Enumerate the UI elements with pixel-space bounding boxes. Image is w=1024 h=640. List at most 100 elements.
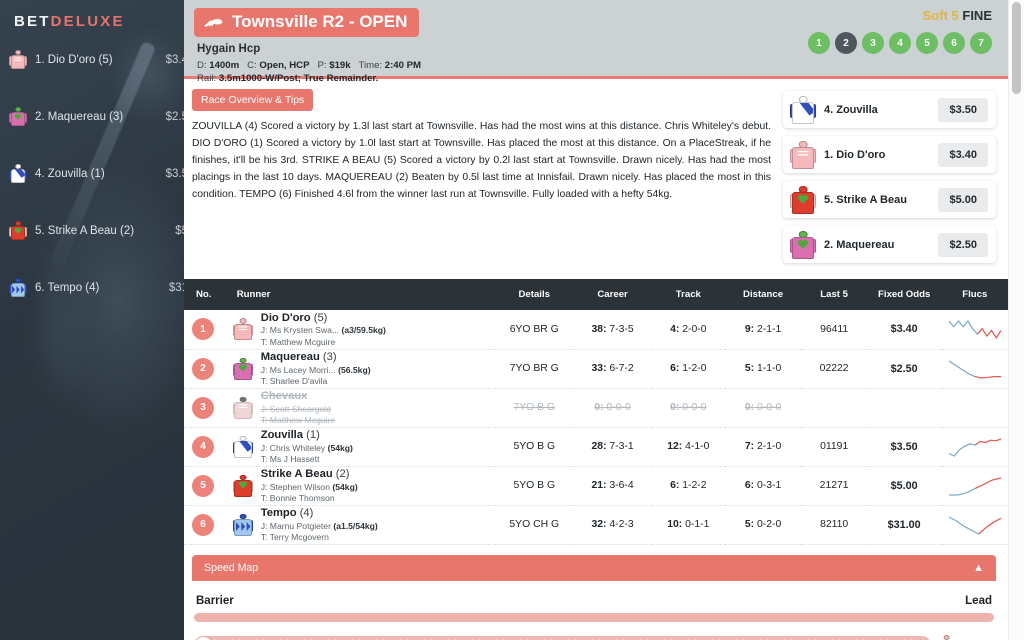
fixed-odds-cell[interactable]: $3.40: [867, 310, 942, 349]
sidebar-runner-odds[interactable]: $3.4: [166, 54, 184, 66]
silk-icon: [232, 318, 254, 341]
race-overview-tab[interactable]: Race Overview & Tips: [192, 89, 314, 111]
last5-text: 96411: [820, 323, 849, 335]
track-record: 1-2-0: [682, 363, 707, 374]
speed-map-lead-label: Lead: [965, 594, 992, 607]
fixed-odds-text[interactable]: $5.00: [891, 480, 918, 492]
race-title-pill[interactable]: Townsville R2 - OPEN: [194, 8, 420, 37]
race-title-text: Townsville R2 - OPEN: [232, 12, 408, 31]
col-no[interactable]: No.: [184, 279, 232, 310]
col-flucs[interactable]: Flucs: [941, 279, 1008, 310]
col-career[interactable]: Career: [573, 279, 653, 310]
speed-map-row[interactable]: 51. Dio D'oro: [193, 634, 994, 640]
runner-cell[interactable]: Chevaux J: Scott Sheargold T: Matthew Mcgu…: [232, 388, 496, 427]
table-row[interactable]: 3 Chevaux J: Scott Sheargold T: Matthew Mcg…: [184, 388, 1008, 427]
col-distance[interactable]: Distance: [724, 279, 802, 310]
table-row[interactable]: 5 Strike A Beau (2) J: Stephen Wilson (54k…: [184, 466, 1008, 505]
fixed-odds-cell[interactable]: $3.50: [867, 427, 942, 466]
career-cell: 38: 7-3-5: [573, 310, 652, 349]
jockey-name: J: Scott Sheargold: [260, 403, 331, 414]
track-record: 4-1-0: [685, 441, 710, 452]
distance-cell: 7: 2-1-0: [725, 427, 802, 466]
odds-card-price[interactable]: $3.50: [938, 97, 988, 122]
speed-map-header[interactable]: Speed Map ▲: [192, 554, 996, 581]
runner-number-badge: 2: [192, 357, 214, 380]
runner-name-text: Tempo: [260, 506, 297, 519]
race-number-1[interactable]: 1: [808, 32, 830, 54]
sidebar-runner-name: 4. Zouvilla (1): [35, 167, 105, 180]
rail-label: Rail:: [197, 73, 217, 85]
table-row[interactable]: 2 Maquereau (3) J: Ms Lacey Morri... (56.5…: [184, 349, 1008, 388]
speed-map-barrier-label: Barrier: [196, 594, 234, 607]
sidebar-item-runner-1[interactable]: 1. Dio D'oro (5) $3.4: [0, 45, 184, 74]
brand-logo[interactable]: BETDELUXE: [0, 0, 184, 30]
odds-card-price[interactable]: $2.50: [938, 232, 988, 257]
fixed-odds-cell[interactable]: $2.50: [867, 349, 942, 388]
odds-card[interactable]: 1. Dio D'oro $3.40: [783, 136, 996, 173]
col-odds[interactable]: Fixed Odds: [866, 279, 942, 310]
odds-card-price[interactable]: $5.00: [938, 187, 988, 212]
table-row[interactable]: 1 Dio D'oro (5) J: Ms Krysten Swa... (a3/5…: [184, 310, 1008, 349]
fixed-odds-text[interactable]: $3.50: [891, 441, 918, 453]
col-track[interactable]: Track: [652, 279, 725, 310]
fixed-odds-cell[interactable]: $5.00: [867, 466, 942, 505]
race-number-2[interactable]: 2: [835, 32, 857, 54]
race-number-5[interactable]: 5: [916, 32, 938, 54]
career-cell: 28: 7-3-1: [573, 427, 652, 466]
runners-table-body: 1 Dio D'oro (5) J: Ms Krysten Swa... (a3/5…: [184, 310, 1008, 544]
race-number-7[interactable]: 7: [970, 32, 992, 54]
career-record: 4-2-3: [609, 519, 634, 530]
distance-record: 2-1-0: [756, 441, 782, 452]
runner-trainer: T: Sharlee D'avila: [260, 375, 328, 386]
table-row[interactable]: 4 Zouvilla (1) J: Chris Whiteley (54kg) T: …: [184, 427, 1008, 466]
fixed-odds-text[interactable]: $3.40: [891, 323, 918, 335]
race-number-6[interactable]: 6: [943, 32, 965, 54]
runner-cell[interactable]: Zouvilla (1) J: Chris Whiteley (54kg) T: M…: [232, 427, 496, 466]
runner-trainer: T: Matthew Mcguire: [260, 336, 336, 347]
col-runner[interactable]: Runner: [231, 279, 496, 310]
table-row[interactable]: 6 Tempo (4) J: Marnu Potgieter (a1.5/54kg)…: [184, 505, 1008, 544]
race-number-4[interactable]: 4: [889, 32, 911, 54]
odds-card[interactable]: 2. Maquereau $2.50: [783, 226, 996, 263]
col-details[interactable]: Details: [495, 279, 574, 310]
sidebar-item-runner-5[interactable]: 6. Tempo (4) $31: [0, 273, 184, 302]
odds-card[interactable]: 5. Strike A Beau $5.00: [783, 181, 996, 218]
runner-number-badge: 1: [192, 318, 214, 341]
race-number-selector: 1234567: [808, 32, 992, 54]
vertical-scrollbar[interactable]: [1008, 0, 1024, 640]
speed-map-body: Barrier Lead 51. Dio D'oro: [192, 581, 996, 640]
sidebar-runner-odds[interactable]: $5: [175, 225, 184, 237]
chevron-up-icon[interactable]: ▲: [973, 562, 984, 574]
runner-cell[interactable]: Strike A Beau (2) J: Stephen Wilson (54kg…: [232, 466, 496, 505]
sidebar-runner-odds[interactable]: $2.5: [166, 111, 184, 123]
runner-cell[interactable]: Dio D'oro (5) J: Ms Krysten Swa... (a3/59…: [232, 310, 496, 349]
sidebar-runner-odds[interactable]: $31: [169, 282, 184, 294]
runner-trainer: T: Bonnie Thomson: [260, 492, 335, 503]
distance-value: 1400m: [209, 60, 240, 71]
scrollbar-thumb[interactable]: [1012, 2, 1021, 94]
runner-jockey: J: Scott Sheargold: [261, 404, 336, 415]
race-number-3[interactable]: 3: [862, 32, 884, 54]
sidebar-runner-odds[interactable]: $3.5: [166, 168, 184, 180]
fixed-odds-cell[interactable]: $31.00: [867, 505, 942, 544]
runner-cell[interactable]: Tempo (4) J: Marnu Potgieter (a1.5/54kg) T…: [232, 505, 496, 544]
col-last5[interactable]: Last 5: [801, 279, 867, 310]
details-text: 7YO BR G: [509, 363, 559, 374]
sidebar-item-runner-4[interactable]: 5. Strike A Beau (2) $5: [0, 216, 184, 245]
main-content: Townsville R2 - OPEN Hygain Hcp D: 1400m…: [184, 0, 1024, 640]
fixed-odds-cell[interactable]: [867, 388, 942, 427]
fixed-odds-text[interactable]: $31.00: [888, 519, 921, 531]
distance-starts: 7:: [744, 441, 755, 452]
runner-cell[interactable]: Maquereau (3) J: Ms Lacey Morri... (56.5k…: [232, 349, 496, 388]
sidebar-item-runner-3[interactable]: 4. Zouvilla (1) $3.5: [0, 159, 184, 188]
sidebar-runner-name: 1. Dio D'oro (5): [35, 53, 113, 66]
career-cell: 0: 0-0-0: [573, 388, 652, 427]
runner-barrier: (3): [322, 350, 337, 363]
odds-card[interactable]: 4. Zouvilla $3.50: [783, 91, 996, 128]
flucs-cell: [942, 427, 1008, 466]
fixed-odds-text[interactable]: $2.50: [891, 363, 918, 375]
odds-card-price[interactable]: $3.40: [938, 142, 988, 167]
sidebar-item-runner-2[interactable]: 2. Maquereau (3) $2.5: [0, 102, 184, 131]
class-label: C:: [247, 60, 257, 71]
